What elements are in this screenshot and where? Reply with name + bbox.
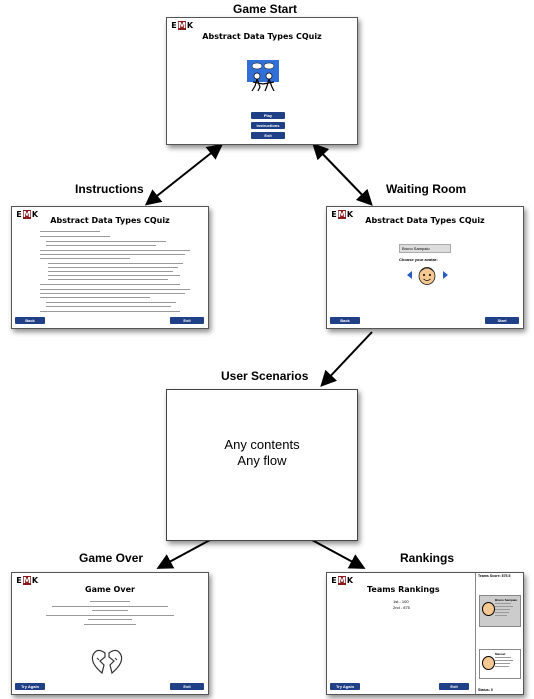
label-user-scenarios: User Scenarios [221,369,309,383]
screen-instructions: EMK Abstract Data Types CQuiz Back Exit [11,206,209,329]
label-waiting-room: Waiting Room [386,182,467,196]
start-button[interactable]: Start [485,317,519,324]
exit-button[interactable]: Exit [170,317,204,324]
arrow-start-waiting [312,143,373,206]
exit-button[interactable]: Exit [439,683,469,690]
label-instructions: Instructions [75,182,144,196]
waiting-room-title: Abstract Data Types CQuiz [365,216,485,225]
logo: EMK [171,21,194,30]
player-card: Bruno Sampaio [479,595,521,627]
label-game-start: Game Start [233,2,298,16]
prev-avatar-icon[interactable] [407,271,412,279]
player-name: Manuel [495,652,506,656]
arrow-scenarios-gameover [156,539,211,569]
screen-game-over: EMK Game Over Try Again Exit [11,572,209,695]
instructions-title: Abstract Data Types CQuiz [50,216,170,225]
players-illustration [247,60,279,92]
exit-button[interactable]: Exit [251,132,285,139]
broken-heart-icon [91,649,123,675]
next-avatar-icon[interactable] [443,271,448,279]
arrow-start-instructions [144,143,224,206]
name-input[interactable]: Bruno Sampaio [399,244,451,253]
arrow-waiting-scenarios [320,331,373,387]
logo: EMK [16,576,39,585]
back-button[interactable]: Back [15,317,45,324]
arrow-scenarios-rankings [311,539,366,569]
team-score: Teams Score: 875.5 [478,574,511,578]
avatar-label: Choose your avatar: [399,257,438,262]
screen-rankings: EMK Teams Rankings 1st - 100 2nd - 875 T… [326,572,524,695]
team-panel: Teams Score: 875.5 Bruno Sampaio Manuel … [475,573,523,694]
avatar-face-icon [418,267,436,285]
avatar [482,602,495,616]
try-again-button[interactable]: Try Again [330,683,360,690]
logo: EMK [331,576,354,585]
game-title: Abstract Data Types CQuiz [202,32,322,41]
player-name: Bruno Sampaio [495,598,518,602]
player-card: Manuel [479,649,521,679]
label-game-over: Game Over [79,551,144,565]
back-button[interactable]: Back [330,317,360,324]
rank-2: 2nd - 875 [393,605,410,610]
try-again-button[interactable]: Try Again [15,683,45,690]
exit-button[interactable]: Exit [170,683,204,690]
status-text: Status: 0 [478,688,493,692]
rank-1: 1st - 100 [393,599,409,604]
user-scenarios-line-1: Any contents [224,437,300,452]
instructions-button[interactable]: Instructions [251,122,285,129]
rankings-title: Teams Rankings [367,585,440,594]
user-scenarios-box: Any contents Any flow [166,389,358,541]
play-button[interactable]: Play [251,112,285,119]
screen-waiting-room: EMK Abstract Data Types CQuiz Bruno Samp… [326,206,524,329]
label-rankings: Rankings [400,551,455,565]
screen-game-start: EMK Abstract Data Types CQuiz Play Instr… [166,17,358,145]
avatar [482,656,495,670]
game-over-title: Game Over [85,585,135,594]
user-scenarios-line-2: Any flow [237,453,287,468]
